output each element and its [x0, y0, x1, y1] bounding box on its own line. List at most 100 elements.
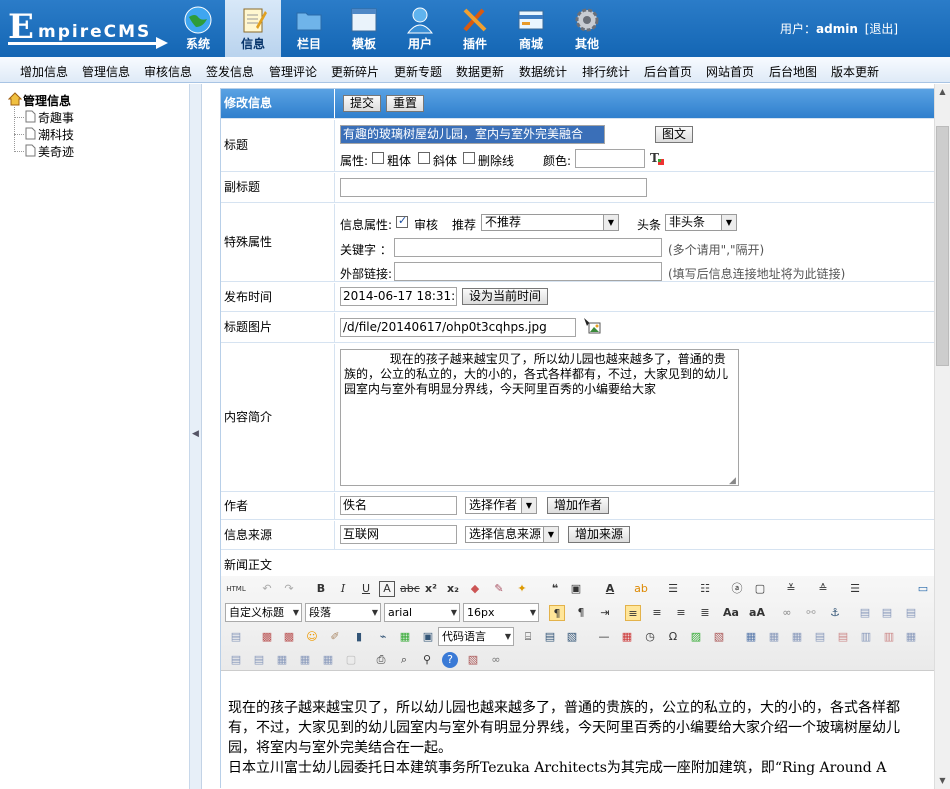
lowercase-icon[interactable]: aA: [749, 605, 765, 621]
editor-content[interactable]: 现在的孩子越来越宝贝了，所以幼儿园也越来越多了，普通的贵族的，公立的私立的，大的…: [221, 672, 934, 789]
ltr-icon[interactable]: ¶: [549, 605, 565, 621]
align-center-icon[interactable]: ≡: [649, 605, 665, 621]
summary-textarea[interactable]: 现在的孩子越来越宝贝了，所以幼儿园也越来越多了，普通的贵族的，公立的私立的，大的…: [340, 349, 739, 486]
paste-plain-icon[interactable]: ▣: [568, 581, 584, 597]
link-icon[interactable]: ∞: [779, 605, 795, 621]
merge-right-icon[interactable]: ▤: [228, 652, 244, 668]
select-all-icon[interactable]: ⓐ: [729, 581, 745, 597]
font-size-select[interactable]: 16px ▼: [463, 603, 539, 622]
menu-sign-info[interactable]: 签发信息: [206, 63, 254, 80]
italic-checkbox[interactable]: [418, 152, 430, 164]
subtitle-input[interactable]: [340, 178, 647, 197]
chart-icon[interactable]: ▢: [343, 652, 359, 668]
delete-col-icon[interactable]: ▥: [881, 629, 897, 645]
menu-rank-stats[interactable]: 排行统计: [582, 63, 630, 80]
editor-paragraph-2[interactable]: 日本立川富士幼儿园委托日本建筑事务所Tezuka Architects为其完成一…: [228, 758, 926, 778]
eraser-icon[interactable]: ◆: [467, 581, 483, 597]
underline-icon[interactable]: U: [358, 581, 374, 597]
image-float-none-icon[interactable]: ▤: [857, 605, 873, 621]
extlink-input[interactable]: [394, 262, 662, 281]
nav-system[interactable]: 系统: [170, 0, 226, 57]
menu-manage-comments[interactable]: 管理评论: [269, 63, 317, 80]
redo-icon[interactable]: ↷: [281, 581, 297, 597]
resize-handle-icon[interactable]: ◢: [729, 476, 736, 486]
set-now-button[interactable]: 设为当前时间: [462, 288, 549, 305]
wordimage-icon[interactable]: ▨: [688, 629, 704, 645]
snapscreen-icon[interactable]: ▧: [711, 629, 727, 645]
time-icon[interactable]: ◷: [642, 629, 658, 645]
preview-icon[interactable]: ⌕: [396, 652, 412, 668]
font-border-icon[interactable]: A: [379, 581, 395, 597]
align-justify-icon[interactable]: ≣: [697, 605, 713, 621]
add-source-button[interactable]: 增加来源: [568, 526, 631, 543]
blockquote-icon[interactable]: ❝: [547, 581, 563, 597]
rtl-icon[interactable]: ¶: [573, 605, 589, 621]
line-height-icon[interactable]: ☰: [847, 581, 863, 597]
scroll-up-icon[interactable]: ▲: [935, 84, 950, 100]
source-input[interactable]: 互联网: [340, 525, 457, 544]
nav-user[interactable]: 用户: [392, 0, 448, 57]
clear-doc-icon[interactable]: ▢: [752, 581, 768, 597]
pagebreak-icon[interactable]: ▧: [465, 652, 481, 668]
menu-manage-info[interactable]: 管理信息: [82, 63, 130, 80]
image-center-icon[interactable]: ▤: [228, 629, 244, 645]
superscript-icon[interactable]: x²: [423, 581, 439, 597]
format-brush-icon[interactable]: ✎: [491, 581, 507, 597]
pubtime-input[interactable]: 2014-06-17 18:31:04: [340, 287, 457, 306]
subscript-icon[interactable]: x₂: [445, 581, 461, 597]
emotion-icon[interactable]: ☺: [304, 629, 320, 645]
reset-button[interactable]: 重置: [386, 95, 425, 112]
nav-template[interactable]: 模板: [336, 0, 392, 57]
nav-info[interactable]: 信息: [225, 0, 281, 57]
nav-column[interactable]: 栏目: [281, 0, 337, 57]
recommend-select[interactable]: 不推荐 ▼: [481, 214, 619, 231]
merge-cells-icon[interactable]: ▦: [903, 629, 919, 645]
split-cols-icon[interactable]: ▦: [320, 652, 336, 668]
custom-heading-select[interactable]: 自定义标题 ▼: [225, 603, 302, 622]
delete-row-icon[interactable]: ▤: [835, 629, 851, 645]
scroll-thumb[interactable]: [936, 126, 949, 366]
background-icon[interactable]: ▧: [564, 629, 580, 645]
strikethrough-icon[interactable]: abc: [400, 581, 420, 597]
menu-update-fragments[interactable]: 更新碎片: [331, 63, 379, 80]
row-spacing-bottom-icon[interactable]: ≙: [815, 581, 831, 597]
vertical-scrollbar[interactable]: ▲ ▼: [934, 84, 950, 789]
titlepic-input[interactable]: /d/file/20140617/ohp0t3cqhps.jpg: [340, 318, 576, 337]
code-insert-icon[interactable]: ⌸: [520, 629, 536, 645]
image-picker-icon[interactable]: [583, 317, 601, 335]
font-color-icon[interactable]: A: [602, 581, 618, 597]
paragraph-select[interactable]: 段落 ▼: [305, 603, 381, 622]
insert-row-icon[interactable]: ▤: [812, 629, 828, 645]
ordered-list-icon[interactable]: ☰: [665, 581, 681, 597]
color-input[interactable]: [575, 149, 645, 168]
split-cells-icon[interactable]: ▦: [274, 652, 290, 668]
color-picker-icon[interactable]: T: [649, 150, 665, 166]
logout-link[interactable]: [退出]: [865, 22, 898, 36]
align-left-icon[interactable]: ≡: [625, 605, 641, 621]
insert-video-icon[interactable]: ▮: [351, 629, 367, 645]
italic-icon[interactable]: I: [335, 581, 351, 597]
menu-site-home[interactable]: 网站首页: [706, 63, 754, 80]
pic-text-button[interactable]: 图文: [655, 126, 694, 143]
strike-checkbox[interactable]: [463, 152, 475, 164]
background-color-icon[interactable]: ab: [633, 581, 649, 597]
insert-col-icon[interactable]: ▥: [858, 629, 874, 645]
row-spacing-top-icon[interactable]: ≚: [783, 581, 799, 597]
align-right-icon[interactable]: ≡: [673, 605, 689, 621]
horizontal-rule-icon[interactable]: —: [596, 629, 612, 645]
uppercase-icon[interactable]: Aa: [723, 605, 739, 621]
image-float-right-icon[interactable]: ▤: [903, 605, 919, 621]
auto-format-icon[interactable]: ✦: [514, 581, 530, 597]
special-char-icon[interactable]: Ω: [665, 629, 681, 645]
menu-data-stats[interactable]: 数据统计: [519, 63, 567, 80]
menu-admin-map[interactable]: 后台地图: [769, 63, 817, 80]
merge-down-icon[interactable]: ▤: [251, 652, 267, 668]
print-icon[interactable]: ⎙: [373, 652, 389, 668]
editor-paragraph-1[interactable]: 现在的孩子越来越宝贝了，所以幼儿园也越来越多了，普通的贵族的，公立的私立的，大的…: [228, 698, 926, 758]
fullscreen-icon[interactable]: ▭: [915, 581, 931, 597]
image-float-left-icon[interactable]: ▤: [879, 605, 895, 621]
insert-image-icon[interactable]: ▩: [259, 629, 275, 645]
anchor-icon[interactable]: ⚓: [827, 605, 843, 621]
menu-add-info[interactable]: 增加信息: [20, 63, 68, 80]
scroll-down-icon[interactable]: ▼: [935, 773, 950, 789]
